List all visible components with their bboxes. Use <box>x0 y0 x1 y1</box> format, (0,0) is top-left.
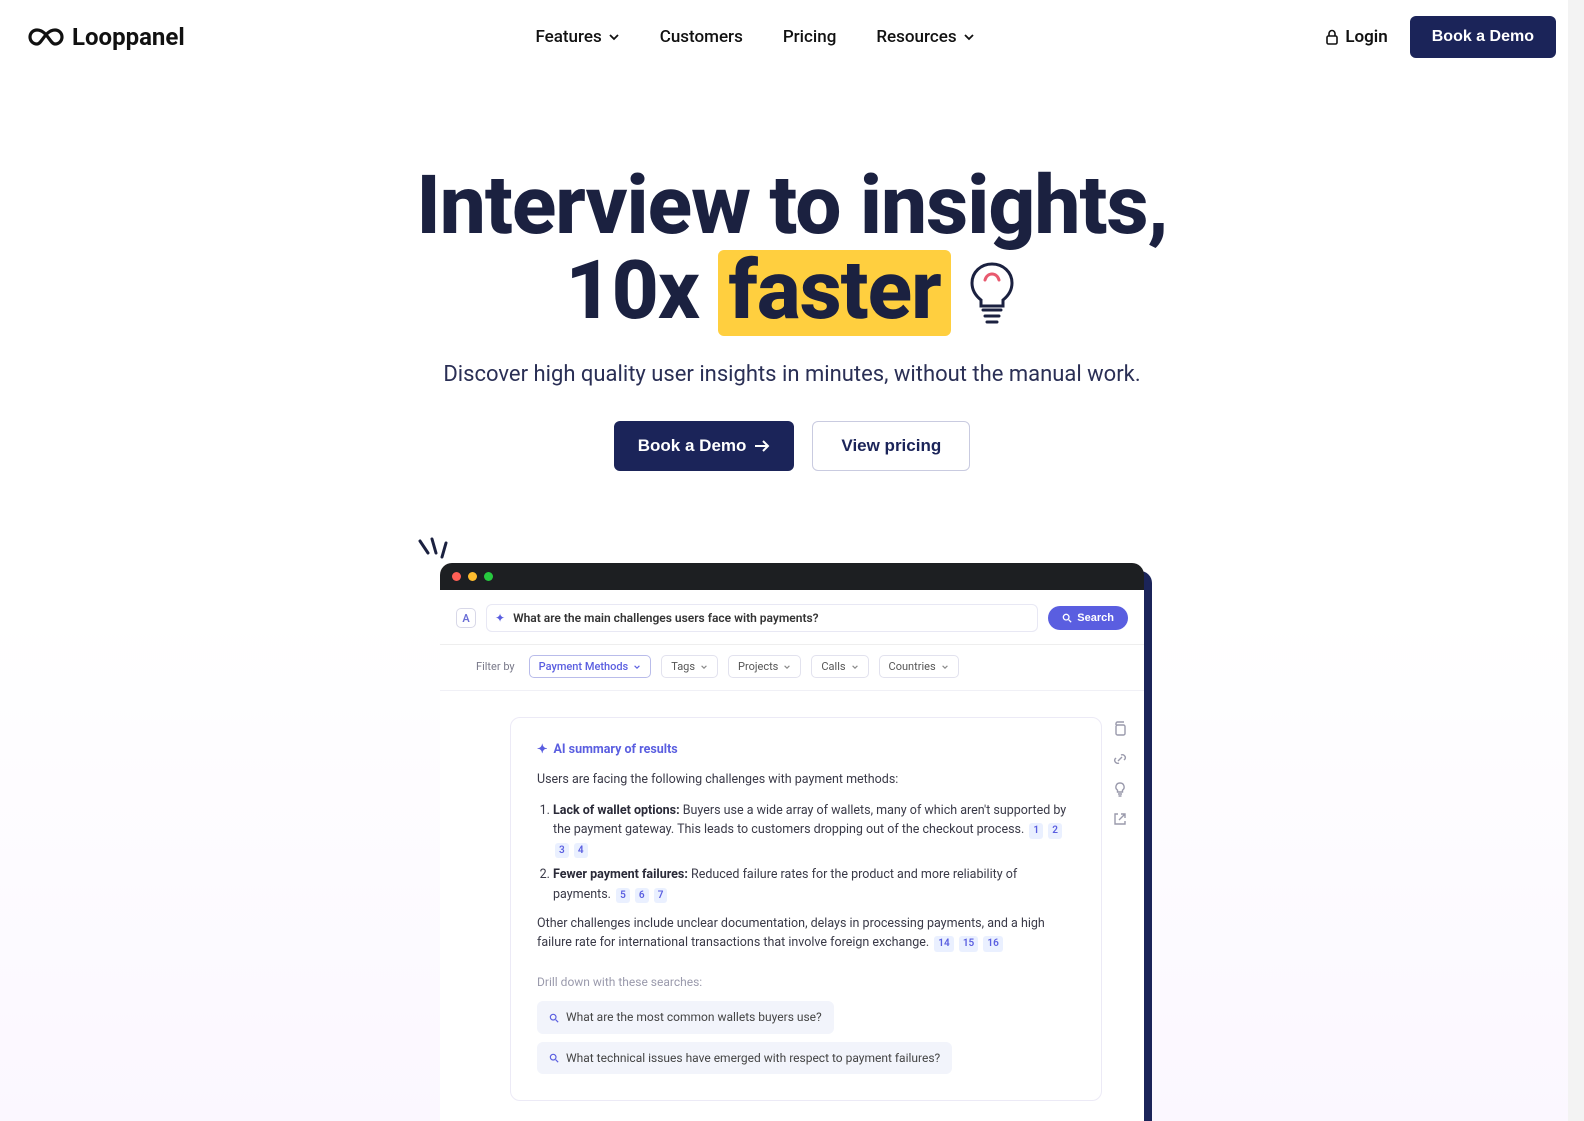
nav-book-demo-button[interactable]: Book a Demo <box>1410 16 1556 58</box>
summary-other: Other challenges include unclear documen… <box>537 914 1075 953</box>
chevron-down-icon <box>851 663 859 671</box>
search-input-row[interactable]: ✦ What are the main challenges users fac… <box>486 604 1038 632</box>
hero-highlight: faster <box>718 250 950 336</box>
drill-down-label: Drill down with these searches: <box>537 973 1075 992</box>
sparkle-icon: ✦ <box>537 740 547 759</box>
hero-title: Interview to insights, 10x faster <box>40 164 1544 336</box>
app-content: A ✦ What are the main challenges users f… <box>440 590 1144 1121</box>
chevron-down-icon <box>608 31 620 43</box>
hero-ctas: Book a Demo View pricing <box>40 421 1544 471</box>
project-chip[interactable]: A <box>456 608 476 628</box>
chevron-down-icon <box>941 663 949 671</box>
search-icon <box>549 1053 559 1063</box>
summary-item-1: Lack of wallet options: Buyers use a wid… <box>553 801 1075 859</box>
citation[interactable]: 1 <box>1029 823 1043 839</box>
filter-calls[interactable]: Calls <box>811 655 868 678</box>
side-actions <box>1112 717 1128 1101</box>
brand-name: Looppanel <box>72 23 185 51</box>
top-nav: Looppanel Features Customers Pricing Res… <box>0 0 1584 74</box>
ai-summary-title: ✦ AI summary of results <box>537 740 1075 759</box>
drill-down-search-2[interactable]: What technical issues have emerged with … <box>537 1042 952 1075</box>
citation[interactable]: 14 <box>934 936 953 952</box>
hero-view-pricing-button[interactable]: View pricing <box>812 421 970 471</box>
filter-payment-methods[interactable]: Payment Methods <box>529 655 652 678</box>
citation[interactable]: 15 <box>959 936 978 952</box>
window-frame: A ✦ What are the main challenges users f… <box>440 563 1144 1121</box>
accent-lines-icon <box>414 535 454 575</box>
filter-by-label: Filter by <box>476 660 515 673</box>
nav-right: Login Book a Demo <box>1325 16 1556 58</box>
search-icon <box>1062 613 1072 623</box>
hero-book-demo-button[interactable]: Book a Demo <box>614 421 795 471</box>
maximize-dot <box>484 572 493 581</box>
nav-customers[interactable]: Customers <box>660 27 743 47</box>
citation[interactable]: 3 <box>555 843 569 859</box>
lock-icon <box>1325 29 1339 45</box>
summary-intro: Users are facing the following challenge… <box>537 770 1075 789</box>
chevron-down-icon <box>783 663 791 671</box>
filter-row: Filter by Payment Methods Tags Projects <box>440 645 1144 691</box>
minimize-dot <box>468 572 477 581</box>
app-top-bar: A ✦ What are the main challenges users f… <box>440 590 1144 645</box>
nav-pricing[interactable]: Pricing <box>783 27 837 47</box>
chevron-down-icon <box>633 663 641 671</box>
citation[interactable]: 4 <box>574 843 588 859</box>
filter-projects[interactable]: Projects <box>728 655 801 678</box>
citation[interactable]: 7 <box>654 888 668 904</box>
hero: Interview to insights, 10x faster Discov… <box>0 74 1584 501</box>
filter-tags[interactable]: Tags <box>661 655 718 678</box>
sparkle-icon: ✦ <box>495 611 505 625</box>
product-screenshot: A ✦ What are the main challenges users f… <box>440 563 1144 1121</box>
infinity-icon <box>28 27 64 47</box>
search-query: What are the main challenges users face … <box>513 611 819 625</box>
hero-subtitle: Discover high quality user insights in m… <box>40 362 1544 387</box>
ai-summary-card: ✦ AI summary of results Users are facing… <box>510 717 1102 1101</box>
drill-down-search-1[interactable]: What are the most common wallets buyers … <box>537 1001 834 1034</box>
lightbulb-icon[interactable] <box>1112 781 1128 797</box>
link-icon[interactable] <box>1112 751 1128 767</box>
login-link[interactable]: Login <box>1325 27 1387 47</box>
citation[interactable]: 2 <box>1048 823 1062 839</box>
nav-resources[interactable]: Resources <box>876 27 974 47</box>
external-link-icon[interactable] <box>1112 811 1128 827</box>
nav-features[interactable]: Features <box>535 27 619 47</box>
arrow-right-icon <box>754 439 770 453</box>
citation[interactable]: 16 <box>983 936 1002 952</box>
app-body: ✦ AI summary of results Users are facing… <box>440 691 1144 1121</box>
search-button[interactable]: Search <box>1048 606 1128 630</box>
chevron-down-icon <box>963 31 975 43</box>
search-icon <box>549 1013 559 1023</box>
filter-countries[interactable]: Countries <box>879 655 959 678</box>
citation[interactable]: 5 <box>616 888 630 904</box>
citation[interactable]: 6 <box>635 888 649 904</box>
chevron-down-icon <box>700 663 708 671</box>
nav-center: Features Customers Pricing Resources <box>535 27 974 47</box>
window-controls <box>440 563 1144 590</box>
lightbulb-icon <box>965 260 1019 326</box>
copy-icon[interactable] <box>1112 721 1128 737</box>
brand-logo[interactable]: Looppanel <box>28 23 185 51</box>
summary-item-2: Fewer payment failures: Reduced failure … <box>553 865 1075 904</box>
